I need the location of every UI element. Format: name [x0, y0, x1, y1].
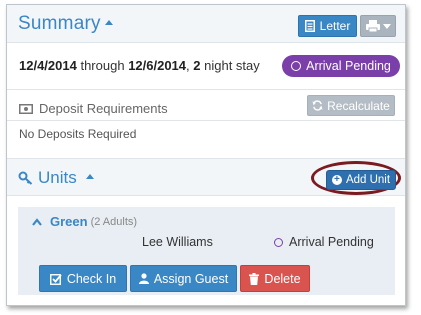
caret-up-icon [104, 19, 113, 25]
delete-label: Delete [264, 271, 301, 286]
trash-icon [249, 272, 260, 285]
document-icon [304, 20, 315, 32]
recalculate-label: Recalculate [327, 98, 390, 113]
divider [7, 120, 405, 121]
status-badge-label: Arrival Pending [306, 59, 391, 73]
divider [7, 89, 405, 90]
units-header: Units + Add Unit [7, 158, 405, 196]
status-badge: Arrival Pending [282, 55, 400, 77]
no-deposits-text: No Deposits Required [19, 127, 137, 141]
guest-name: Lee Williams [142, 235, 213, 249]
plus-circle-icon: + [331, 175, 342, 185]
circle-icon [291, 61, 302, 71]
checkbox-check-icon [49, 273, 62, 285]
end-date: 12/6/2014 [128, 58, 187, 73]
summary-header: Summary Letter [7, 5, 405, 43]
print-dropdown-button[interactable] [360, 15, 396, 37]
money-icon [19, 103, 33, 114]
caret-down-icon [382, 23, 391, 29]
units-title: Units [38, 168, 77, 187]
stay-text: night stay [204, 58, 260, 73]
circle-icon [274, 237, 283, 247]
stay-dates: 12/4/2014 through 12/6/2014, 2 night sta… [19, 58, 260, 73]
start-date: 12/4/2014 [19, 58, 77, 73]
unit-status: Arrival Pending [274, 235, 374, 249]
user-icon [138, 273, 149, 284]
assign-guest-label: Assign Guest [153, 271, 229, 286]
key-icon [18, 171, 33, 185]
add-unit-label: Add Unit [345, 174, 391, 186]
check-in-button[interactable]: Check In [39, 265, 127, 292]
unit-guest-count: (2 Adults) [90, 215, 138, 228]
print-icon [365, 20, 380, 32]
letter-label: Letter [319, 19, 351, 33]
caret-up-icon [85, 174, 94, 179]
unit-status-label: Arrival Pending [289, 235, 374, 249]
assign-guest-button[interactable]: Assign Guest [130, 265, 237, 292]
letter-button[interactable]: Letter [298, 15, 357, 37]
delete-button[interactable]: Delete [240, 265, 310, 292]
unit-card: Green (2 Adults) Lee Williams Arrival Pe… [18, 207, 395, 295]
recalculate-button[interactable]: Recalculate [307, 95, 395, 116]
deposit-requirements: Deposit Requirements [19, 101, 168, 116]
unit-name: Green [50, 214, 88, 229]
nights-count: 2 [193, 58, 201, 73]
through-text: through [80, 58, 125, 73]
units-toggle[interactable]: Units [18, 168, 94, 188]
summary-title: Summary [18, 13, 101, 34]
chevron-up-icon [32, 217, 42, 226]
deposit-requirements-label: Deposit Requirements [39, 101, 168, 116]
reservation-panel: Summary Letter 12/4/2014 through 12/6/20… [6, 4, 406, 306]
add-unit-button[interactable]: + Add Unit [326, 170, 396, 190]
refresh-icon [312, 100, 323, 111]
summary-toggle[interactable]: Summary [18, 13, 113, 35]
unit-toggle[interactable]: Green (2 Adults) [32, 214, 137, 229]
check-in-label: Check In [66, 271, 117, 286]
